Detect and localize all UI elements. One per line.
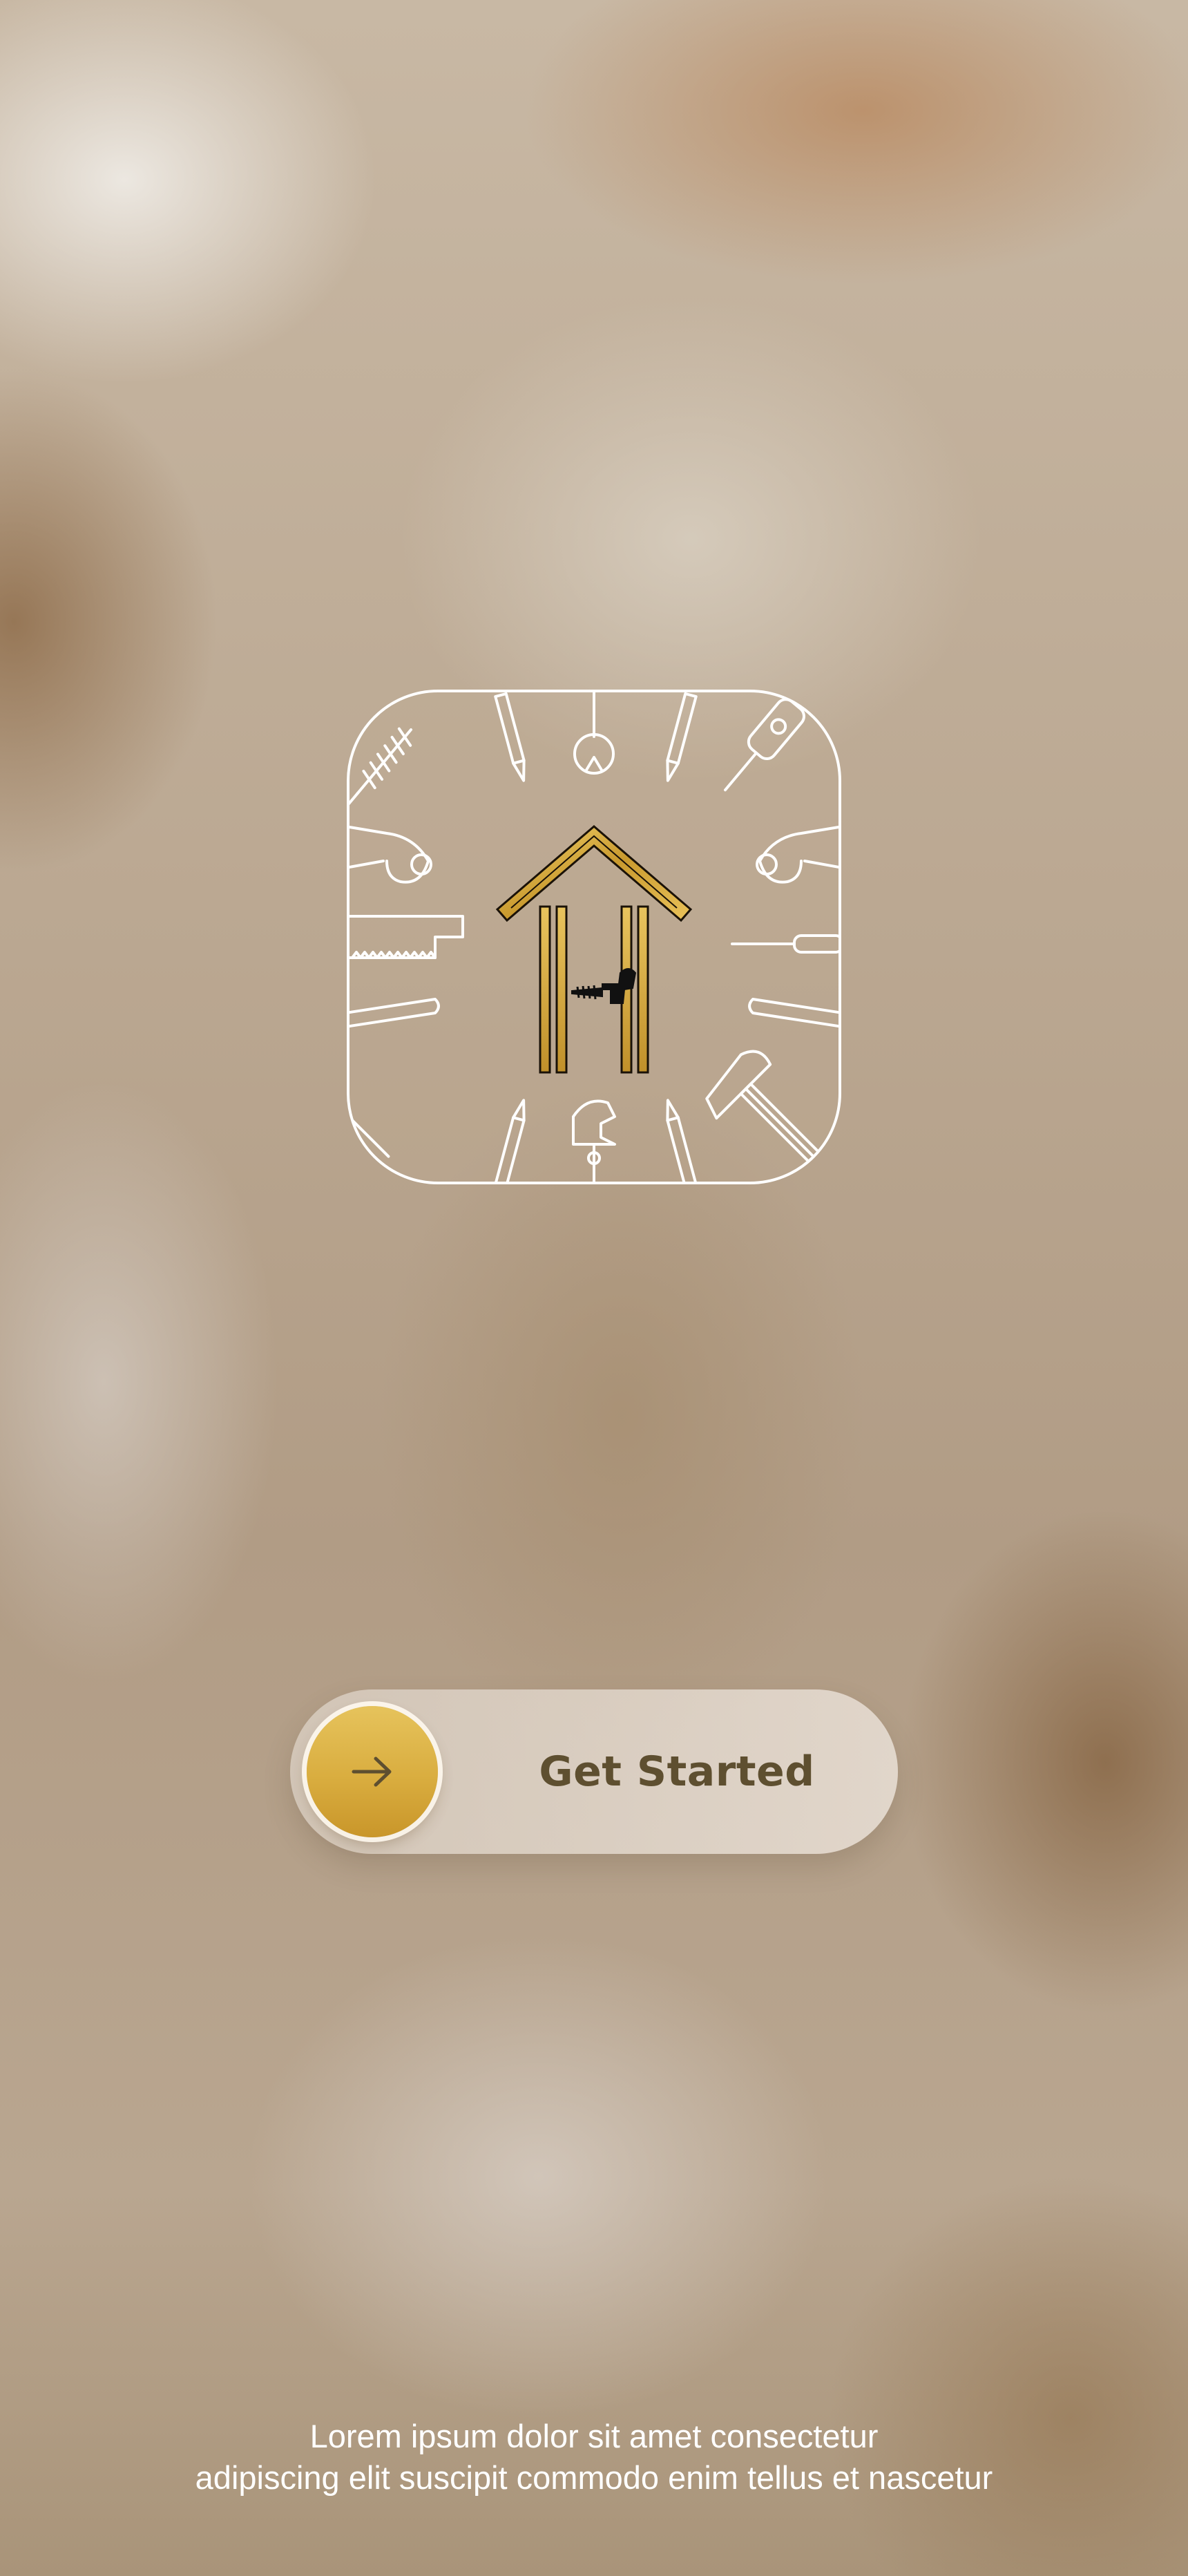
home-repair-tools-logo-icon [347,690,841,1184]
footer-line-1: Lorem ipsum dolor sit amet consectetur [309,2418,879,2454]
app-logo [345,688,843,1186]
get-started-label: Get Started [539,1748,815,1796]
arrow-right-icon [352,1756,392,1787]
slider-knob[interactable] [307,1706,438,1837]
onboarding-screen: Get Started Lorem ipsum dolor sit amet c… [0,0,1188,2576]
footer-line-2: adipiscing elit suscipit commodo enim te… [195,2459,993,2496]
get-started-slider[interactable]: Get Started [290,1689,898,1854]
footer-description: Lorem ipsum dolor sit amet consectetur a… [69,2416,1119,2499]
